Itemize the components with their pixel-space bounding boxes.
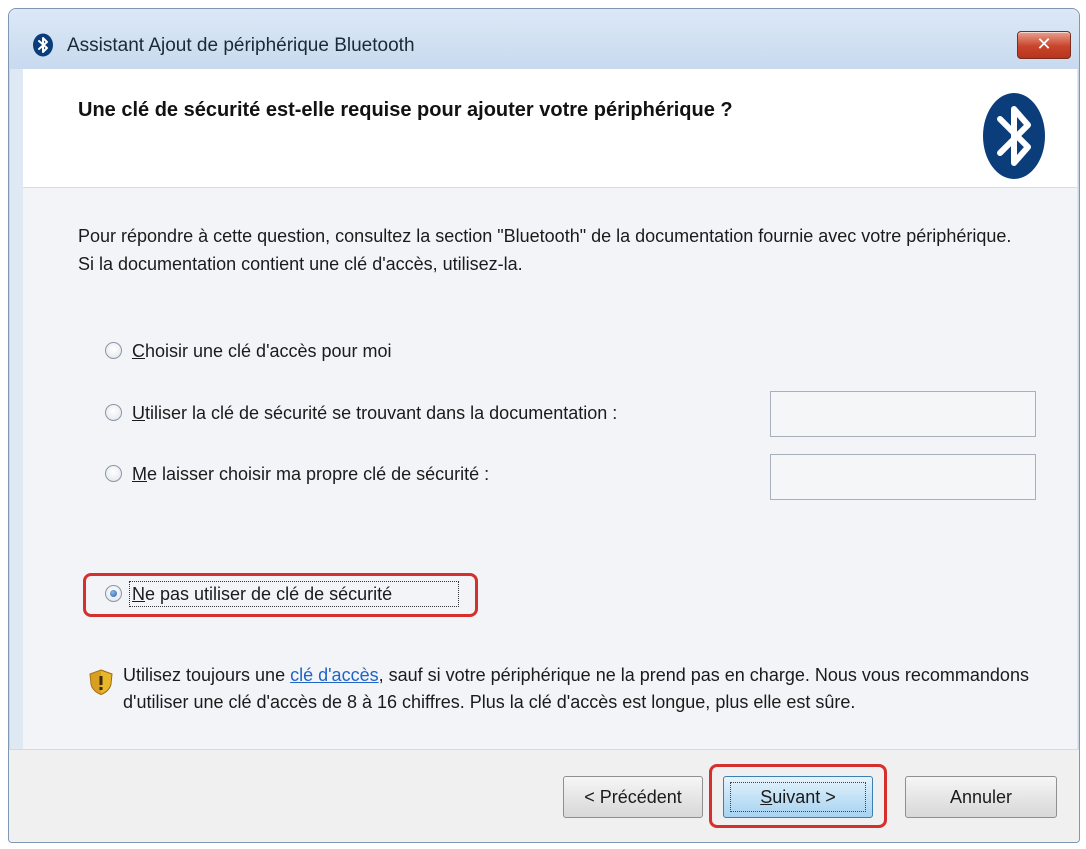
radio-use-documentation-key[interactable] bbox=[105, 404, 122, 421]
radio-choose-key-for-me[interactable] bbox=[105, 342, 122, 359]
intro-text: Pour répondre à cette question, consulte… bbox=[78, 226, 1012, 274]
window-title: Assistant Ajout de périphérique Bluetoot… bbox=[67, 35, 415, 56]
security-recommendation-text: Utilisez toujours une clé d'accès, sauf … bbox=[123, 665, 1029, 712]
title-bar[interactable]: Assistant Ajout de périphérique Bluetoot… bbox=[9, 9, 1079, 69]
radio-custom-key[interactable] bbox=[105, 465, 122, 482]
close-icon: ✕ bbox=[1036, 34, 1052, 54]
bluetooth-wizard-window: Assistant Ajout de périphérique Bluetoot… bbox=[8, 8, 1080, 843]
wizard-content: Une clé de sécurité est-elle requise pou… bbox=[23, 69, 1077, 749]
shield-warning-icon bbox=[89, 669, 113, 696]
wizard-body: Pour répondre à cette question, consulte… bbox=[23, 188, 1077, 749]
option-label[interactable]: Utiliser la clé de sécurité se trouvant … bbox=[132, 400, 617, 426]
option-label[interactable]: Me laisser choisir ma propre clé de sécu… bbox=[132, 461, 489, 487]
cancel-button[interactable]: Annuler bbox=[905, 776, 1057, 818]
bluetooth-logo bbox=[983, 93, 1045, 179]
next-button-label[interactable]: Suivant > bbox=[760, 787, 836, 807]
custom-key-field[interactable] bbox=[770, 454, 1036, 500]
passkey-help-link[interactable]: clé d'accès bbox=[290, 665, 378, 685]
bluetooth-icon bbox=[33, 33, 53, 57]
page-title: Une clé de sécurité est-elle requise pou… bbox=[78, 99, 733, 121]
previous-button[interactable]: < Précédent bbox=[563, 776, 703, 818]
option-label[interactable]: Ne pas utiliser de clé de sécurité bbox=[129, 581, 459, 607]
next-button[interactable]: Suivant > bbox=[723, 776, 873, 818]
documentation-key-field[interactable] bbox=[770, 391, 1036, 437]
wizard-footer: < Précédent Suivant > Annuler bbox=[9, 749, 1079, 842]
focus-rectangle bbox=[129, 581, 459, 607]
wizard-header: Une clé de sécurité est-elle requise pou… bbox=[23, 69, 1077, 188]
radio-no-security-key[interactable] bbox=[105, 585, 122, 602]
option-label[interactable]: Choisir une clé d'accès pour moi bbox=[132, 338, 392, 364]
close-button[interactable]: ✕ bbox=[1017, 31, 1071, 59]
